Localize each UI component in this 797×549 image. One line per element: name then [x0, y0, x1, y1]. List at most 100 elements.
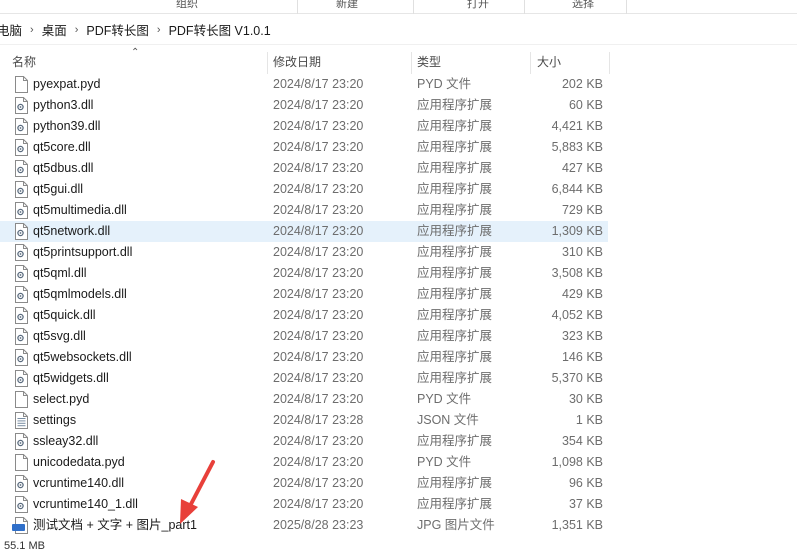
file-modified-date: 2024/8/17 23:20 [273, 119, 364, 133]
file-modified-date: 2024/8/17 23:20 [273, 161, 364, 175]
breadcrumb: 电脑 › 桌面 › PDF转长图 › PDF转长图 V1.0.1 [0, 15, 797, 45]
column-divider[interactable] [530, 52, 531, 74]
file-modified-date: 2024/8/17 23:20 [273, 182, 364, 196]
file-row[interactable]: ssleay32.dll 2024/8/17 23:20 应用程序扩展 354 KB [0, 431, 608, 452]
chevron-right-icon[interactable]: › [75, 24, 79, 36]
file-row[interactable]: qt5core.dll 2024/8/17 23:20 应用程序扩展 5,883 KB [0, 137, 608, 158]
file-type: 应用程序扩展 [417, 245, 493, 259]
status-bar-size: 55.1 MB [4, 540, 45, 549]
ribbon-group-open[interactable]: 打开 [463, 0, 493, 11]
file-row[interactable]: qt5quick.dll 2024/8/17 23:20 应用程序扩展 4,052 K… [0, 305, 608, 326]
file-row[interactable]: qt5widgets.dll 2024/8/17 23:20 应用程序扩展 5,370… [0, 368, 608, 389]
file-row[interactable]: qt5dbus.dll 2024/8/17 23:20 应用程序扩展 427 KB [0, 158, 608, 179]
breadcrumb-item-pc[interactable]: 电脑 [0, 20, 22, 39]
file-size: 96 KB [568, 476, 603, 490]
ribbon-group-select[interactable]: 选择 [568, 0, 598, 11]
file-size: 354 KB [561, 434, 603, 448]
file-type: 应用程序扩展 [417, 182, 493, 196]
file-modified-date: 2024/8/17 23:20 [273, 434, 364, 448]
column-header-size[interactable]: 大小 [537, 48, 561, 74]
file-row[interactable]: 测试文档 + 文字 + 图片_part1 2025/8/28 23:23 JPG 图… [0, 515, 608, 536]
file-row[interactable]: qt5gui.dll 2024/8/17 23:20 应用程序扩展 6,844 KB [0, 179, 608, 200]
column-divider[interactable] [411, 52, 412, 74]
file-type: JPG 图片文件 [417, 518, 495, 532]
ribbon-divider [524, 0, 525, 14]
file-size: 5,370 KB [551, 371, 603, 385]
file-modified-date: 2024/8/17 23:20 [273, 308, 364, 322]
sort-ascending-icon: ⌃ [131, 47, 140, 58]
breadcrumb-item-parent-folder[interactable]: PDF转长图 [86, 20, 149, 39]
file-modified-date: 2024/8/17 23:20 [273, 476, 364, 490]
file-modified-date: 2024/8/17 23:20 [273, 287, 364, 301]
column-header-date[interactable]: 修改日期 [273, 48, 321, 74]
column-header-row: ⌃ 名称 修改日期 类型 大小 [0, 47, 610, 74]
file-row[interactable]: qt5network.dll 2024/8/17 23:20 应用程序扩展 1,309… [0, 221, 608, 242]
breadcrumb-item-desktop[interactable]: 桌面 [42, 20, 67, 39]
file-name: qt5widgets.dll [33, 371, 109, 385]
dll-file-icon [15, 265, 28, 282]
file-row[interactable]: select.pyd 2024/8/17 23:20 PYD 文件 30 KB [0, 389, 608, 410]
file-row[interactable]: qt5multimedia.dll 2024/8/17 23:20 应用程序扩展 72… [0, 200, 608, 221]
file-size: 30 KB [568, 392, 603, 406]
file-name: qt5core.dll [33, 140, 91, 154]
file-name: qt5quick.dll [33, 308, 96, 322]
chevron-right-icon[interactable]: › [157, 24, 161, 36]
dll-file-icon [15, 349, 28, 366]
column-header-name[interactable]: 名称 [12, 48, 36, 74]
file-list: pyexpat.pyd 2024/8/17 23:20 PYD 文件 202 KB py… [0, 74, 610, 536]
column-divider[interactable] [609, 52, 610, 74]
file-row[interactable]: settings 2024/8/17 23:28 JSON 文件 1 KB [0, 410, 608, 431]
file-name: qt5dbus.dll [33, 161, 94, 175]
file-name: select.pyd [33, 392, 90, 406]
dll-file-icon [15, 118, 28, 135]
file-row[interactable]: pyexpat.pyd 2024/8/17 23:20 PYD 文件 202 KB [0, 74, 608, 95]
file-modified-date: 2024/8/17 23:20 [273, 497, 364, 511]
file-modified-date: 2024/8/17 23:20 [273, 392, 364, 406]
ribbon-divider [413, 0, 414, 14]
column-divider[interactable] [267, 52, 268, 74]
file-name: qt5qmlmodels.dll [33, 287, 127, 301]
file-type: JSON 文件 [417, 413, 479, 427]
dll-file-icon [15, 433, 28, 450]
dll-file-icon [15, 475, 28, 492]
file-row[interactable]: python3.dll 2024/8/17 23:20 应用程序扩展 60 KB [0, 95, 608, 116]
file-name: qt5gui.dll [33, 182, 84, 196]
file-row[interactable]: python39.dll 2024/8/17 23:20 应用程序扩展 4,421 K… [0, 116, 608, 137]
file-size: 427 KB [561, 161, 603, 175]
file-modified-date: 2024/8/17 23:20 [273, 329, 364, 343]
file-row[interactable]: vcruntime140_1.dll 2024/8/17 23:20 应用程序扩展 3… [0, 494, 608, 515]
file-size: 1 KB [575, 413, 603, 427]
file-type: 应用程序扩展 [417, 308, 493, 322]
file-modified-date: 2024/8/17 23:20 [273, 203, 364, 217]
file-type: 应用程序扩展 [417, 98, 493, 112]
file-name: python39.dll [33, 119, 101, 133]
file-row[interactable]: vcruntime140.dll 2024/8/17 23:20 应用程序扩展 96 … [0, 473, 608, 494]
file-modified-date: 2024/8/17 23:20 [273, 224, 364, 238]
ribbon-bar: 组织 新建 打开 选择 [0, 0, 797, 14]
file-row[interactable]: unicodedata.pyd 2024/8/17 23:20 PYD 文件 1,09… [0, 452, 608, 473]
file-row[interactable]: qt5svg.dll 2024/8/17 23:20 应用程序扩展 323 KB [0, 326, 608, 347]
file-name: vcruntime140_1.dll [33, 497, 138, 511]
file-type: 应用程序扩展 [417, 266, 493, 280]
file-row[interactable]: qt5websockets.dll 2024/8/17 23:20 应用程序扩展 14… [0, 347, 608, 368]
dll-file-icon [15, 496, 28, 513]
ribbon-group-new[interactable]: 新建 [332, 0, 362, 11]
file-size: 202 KB [561, 77, 603, 91]
breadcrumb-item-current-folder[interactable]: PDF转长图 V1.0.1 [169, 20, 271, 39]
file-modified-date: 2025/8/28 23:23 [273, 518, 364, 532]
file-row[interactable]: qt5qmlmodels.dll 2024/8/17 23:20 应用程序扩展 429… [0, 284, 608, 305]
file-modified-date: 2024/8/17 23:20 [273, 98, 364, 112]
file-name: pyexpat.pyd [33, 77, 101, 91]
ribbon-group-organize[interactable]: 组织 [172, 0, 202, 11]
chevron-right-icon[interactable]: › [30, 24, 34, 36]
file-type: 应用程序扩展 [417, 350, 493, 364]
file-modified-date: 2024/8/17 23:20 [273, 140, 364, 154]
dll-file-icon [15, 97, 28, 114]
file-name: 测试文档 + 文字 + 图片_part1 [33, 518, 197, 532]
file-type: 应用程序扩展 [417, 476, 493, 490]
file-name: settings [33, 413, 77, 427]
file-row[interactable]: qt5qml.dll 2024/8/17 23:20 应用程序扩展 3,508 KB [0, 263, 608, 284]
file-size: 310 KB [561, 245, 603, 259]
column-header-type[interactable]: 类型 [417, 48, 441, 74]
file-row[interactable]: qt5printsupport.dll 2024/8/17 23:20 应用程序扩展… [0, 242, 608, 263]
